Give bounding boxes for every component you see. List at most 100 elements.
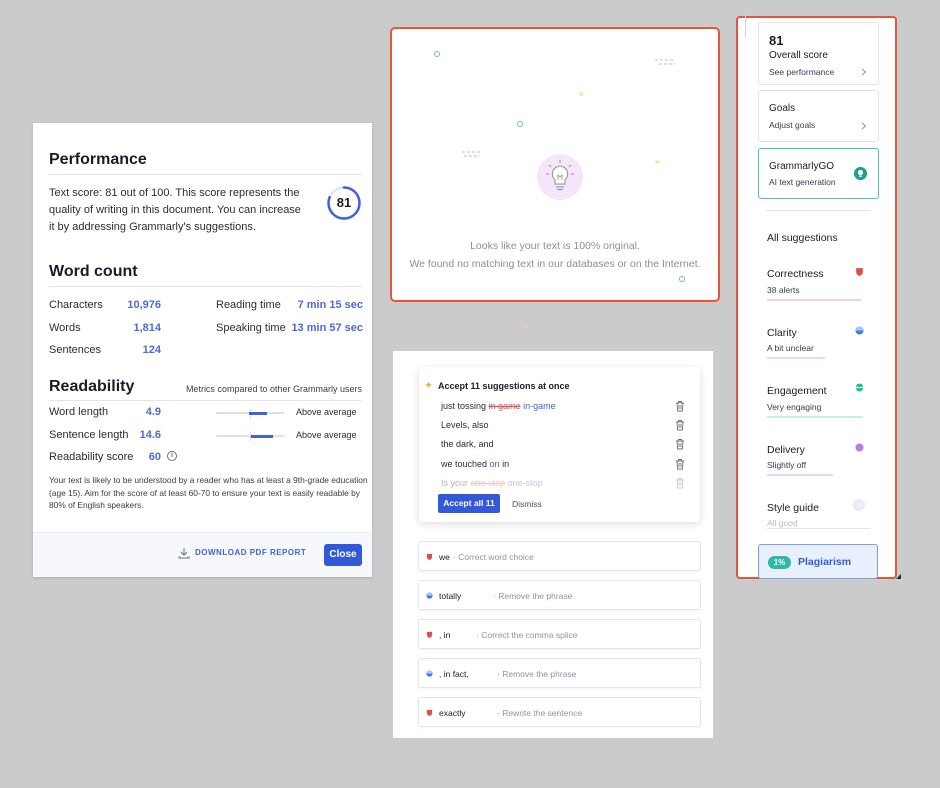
divider <box>766 210 870 211</box>
trash-icon[interactable] <box>675 419 685 431</box>
accept-all-title: Accept 11 suggestions at once <box>438 381 570 391</box>
suggestion-word: , in <box>439 630 451 640</box>
close-button[interactable]: Close <box>324 544 362 566</box>
delivery-icon <box>855 443 864 452</box>
trash-icon[interactable] <box>675 438 685 450</box>
original-message: Looks like your text is 100% original. <box>470 240 640 252</box>
assistant-sidebar: 81 Overall score See performance Goals A… <box>736 12 897 579</box>
time-value: 13 min 57 sec <box>291 322 363 334</box>
readability-value: 60 <box>148 451 161 463</box>
suggestion-hint: · Correct word choice <box>453 552 534 562</box>
score-value: 81 <box>336 195 352 210</box>
category-bar <box>767 357 825 359</box>
divider <box>49 286 362 287</box>
overall-score-card[interactable]: 81 Overall score See performance <box>758 22 879 85</box>
decor-circle <box>679 276 685 282</box>
sparkle-icon: ✦ <box>424 380 434 392</box>
trash-icon[interactable] <box>675 458 685 470</box>
suggestion-word: we <box>439 552 450 562</box>
stat-label: Sentences <box>49 344 101 356</box>
performance-title: Performance <box>49 151 147 168</box>
info-icon[interactable]: i <box>167 451 177 461</box>
category-name: Delivery <box>767 444 805 456</box>
readability-label: Word length <box>49 406 109 418</box>
suggestion-card[interactable]: exactly · Rewrite the sentence <box>418 697 701 727</box>
readability-explanation: Your text is likely to be understood by … <box>49 475 368 510</box>
dialog-footer: DOWNLOAD PDF REPORT Close <box>33 532 372 577</box>
category-bar <box>767 528 870 529</box>
chevron-right-icon <box>861 122 867 130</box>
suggestion-card[interactable]: , in fact, · Remove the phrase <box>418 658 701 688</box>
suggestion-word: , in fact, <box>439 669 469 679</box>
correctness-icon <box>426 631 433 638</box>
suggestion-hint: · Rewrite the sentence <box>497 708 583 718</box>
bulb-icon <box>854 167 867 180</box>
lightbulb-icon <box>537 154 583 200</box>
suggestions-panel: ✦ Accept 11 suggestions at once just tos… <box>393 351 713 738</box>
decor-dash <box>655 59 675 65</box>
download-icon[interactable] <box>178 547 190 559</box>
readability-value: 14.6 <box>139 429 161 441</box>
performance-dialog: Performance Text score: 81 out of 100. T… <box>33 123 372 577</box>
overall-score-value: 81 <box>769 33 784 48</box>
suggestion-card[interactable]: , in · Correct the comma splice <box>418 619 701 649</box>
category-status: Very engaging <box>767 402 822 412</box>
suggestion-card[interactable]: we · Correct word choice <box>418 541 701 571</box>
score-description: Text score: 81 out of 100. This score re… <box>49 187 301 233</box>
decor-sparkle: ✕ <box>578 90 585 99</box>
category-status: 38 alerts <box>767 285 800 295</box>
accept-all-button[interactable]: Accept all 11 <box>438 494 500 513</box>
goals-label: Goals <box>769 103 796 114</box>
category-bar <box>767 299 861 301</box>
suggestion-hint: · Remove the phrase <box>497 669 577 679</box>
divider <box>745 12 746 37</box>
suggestion-card[interactable]: totally · Remove the phrase <box>418 580 701 610</box>
plagiarism-label: Plagiarism <box>798 556 852 568</box>
all-suggestions-tab[interactable]: All suggestions <box>767 232 838 244</box>
time-value: 7 min 15 sec <box>297 299 363 311</box>
category-status: All good <box>767 518 798 528</box>
see-performance-link[interactable]: See performance <box>769 67 834 77</box>
dismiss-button[interactable]: Dismiss <box>512 499 542 509</box>
suggestion-hint: · Correct the comma splice <box>476 630 578 640</box>
divider <box>49 174 362 175</box>
word-count-title: Word count <box>49 263 138 280</box>
accept-row: Levels, also <box>441 420 489 430</box>
decor-circle <box>434 51 440 57</box>
download-pdf-button[interactable]: DOWNLOAD PDF REPORT <box>195 548 306 557</box>
suggestion-hint: · Remove the phrase <box>493 591 573 601</box>
engagement-icon <box>856 383 863 392</box>
category-name: Style guide <box>767 502 819 514</box>
suggestion-word: exactly <box>439 708 466 718</box>
decor-sparkle: ✕ <box>523 323 530 332</box>
accept-row: the dark, and <box>441 439 494 449</box>
accept-all-card: ✦ Accept 11 suggestions at once just tos… <box>419 367 700 522</box>
category-name: Engagement <box>767 385 827 397</box>
grammarlygo-sub: AI text generation <box>769 177 836 187</box>
trash-icon[interactable] <box>675 400 685 412</box>
goals-card[interactable]: Goals Adjust goals <box>758 90 879 142</box>
category-status: A bit unclear <box>767 343 814 353</box>
grammarlygo-card[interactable]: GrammarlyGO AI text generation <box>758 148 879 199</box>
resize-handle[interactable] <box>896 574 901 579</box>
category-status: Slightly off <box>767 460 807 470</box>
adjust-goals-link[interactable]: Adjust goals <box>769 120 815 130</box>
plagiarism-button[interactable]: 1% Plagiarism <box>758 544 878 579</box>
suggestion-word: totally <box>439 591 462 601</box>
stat-value: 124 <box>142 344 161 356</box>
readability-value: 4.9 <box>145 406 161 418</box>
readability-title: Readability <box>49 378 135 395</box>
grammarlygo-label: GrammarlyGO <box>769 161 834 172</box>
clarity-icon <box>426 592 433 599</box>
stat-label: Characters <box>49 299 103 311</box>
readability-result: Above average <box>296 430 357 440</box>
decor-circle <box>517 121 523 127</box>
plagiarism-percent-badge: 1% <box>768 556 791 569</box>
decor-sparkle: ✕ <box>654 158 661 167</box>
time-label: Reading time <box>216 299 281 311</box>
original-submessage: We found no matching text in our databas… <box>409 258 701 270</box>
category-name: Correctness <box>767 268 824 280</box>
accept-row: Is your one stop one-stop <box>441 478 543 488</box>
trash-icon[interactable] <box>675 477 685 489</box>
overall-score-label: Overall score <box>769 50 828 61</box>
